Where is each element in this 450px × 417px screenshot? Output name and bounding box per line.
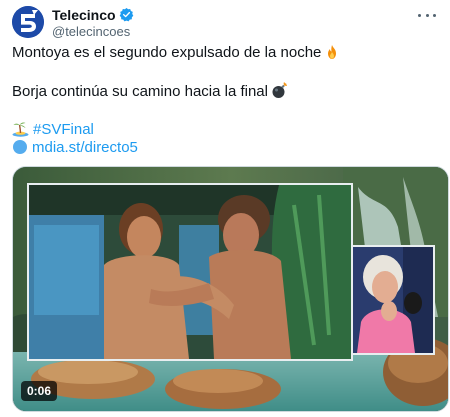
url-line: mdia.st/directo5 xyxy=(12,138,138,158)
tweet-text: Montoya es el segundo expulsado de la no… xyxy=(12,44,322,61)
video-player[interactable]: 0:06 xyxy=(12,166,449,412)
tweet-text-line-2: Borja continúa su camino hacia la final xyxy=(12,82,288,102)
avatar[interactable] xyxy=(12,6,44,38)
video-frame-inset xyxy=(351,245,435,355)
url-link[interactable]: mdia.st/directo5 xyxy=(32,139,138,156)
tweet-text: Borja continúa su camino hacia la final xyxy=(12,83,268,100)
tweet-header: Telecinco @telecincoes xyxy=(12,6,438,40)
display-name[interactable]: Telecinco xyxy=(52,7,116,23)
author-names: Telecinco @telecincoes xyxy=(52,6,134,39)
handle[interactable]: @telecincoes xyxy=(52,24,134,39)
contestants-hug-scene xyxy=(29,185,351,359)
hashtag-link[interactable]: #SVFinal xyxy=(33,121,94,138)
verified-badge-icon xyxy=(119,7,133,22)
presenter-reaction-scene xyxy=(353,247,433,353)
telecinco-logo-icon xyxy=(12,6,44,38)
blue-circle-icon xyxy=(13,140,27,154)
hashtag-line: #SVFinal xyxy=(12,120,94,140)
video-frame-main xyxy=(27,183,353,361)
fire-icon xyxy=(328,45,337,59)
desert-island-icon xyxy=(12,122,29,137)
tweet-text-line-1: Montoya es el segundo expulsado de la no… xyxy=(12,43,340,63)
more-options-icon[interactable] xyxy=(418,8,436,22)
bomb-icon xyxy=(272,82,287,98)
video-duration-badge: 0:06 xyxy=(21,381,58,401)
